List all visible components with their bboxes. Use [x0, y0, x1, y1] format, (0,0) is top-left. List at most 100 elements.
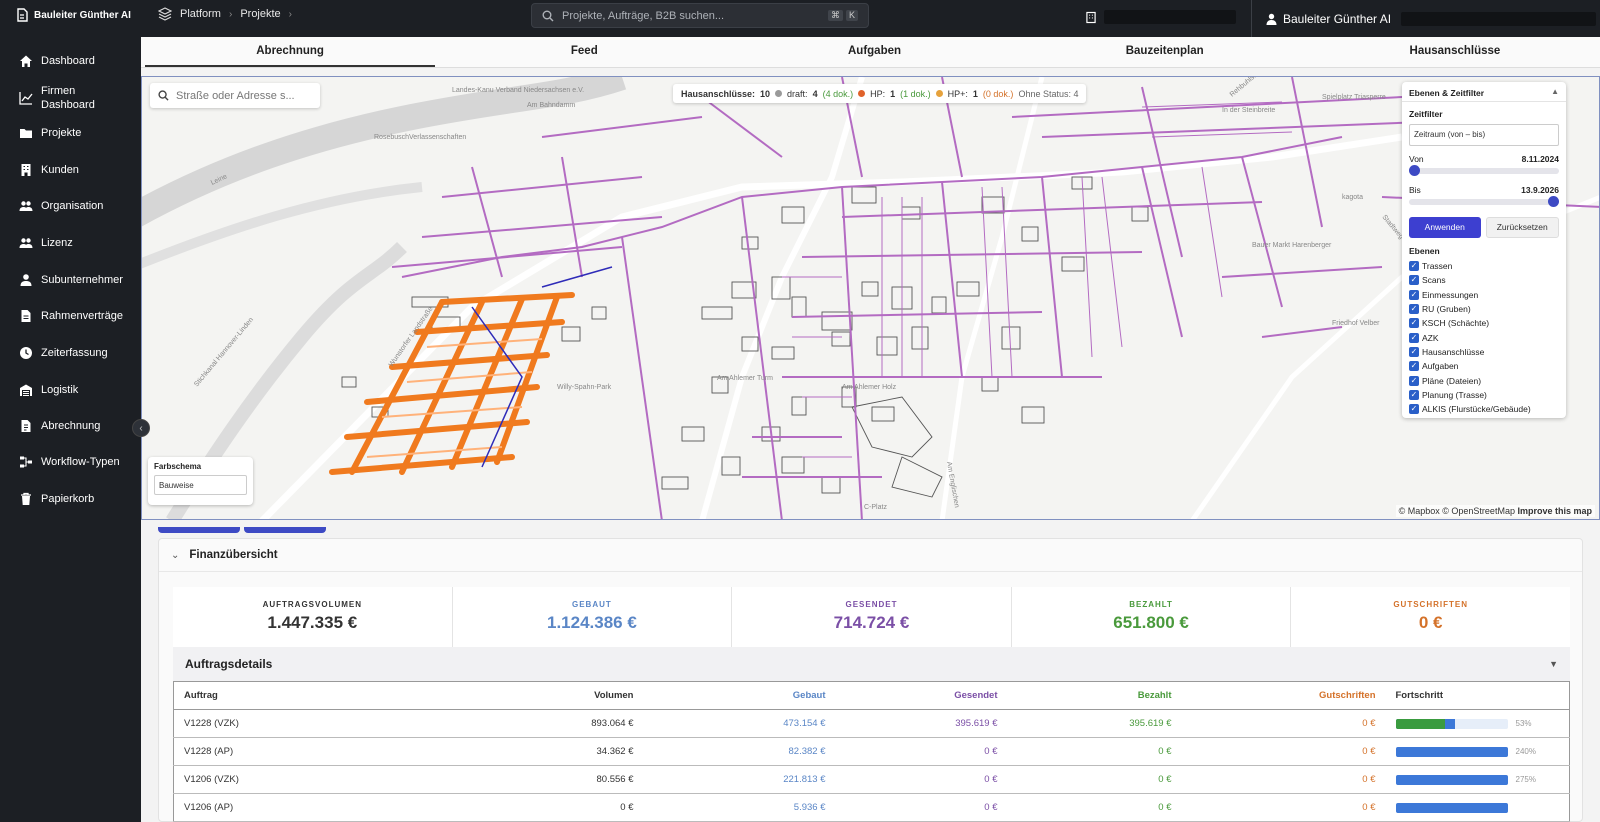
map-canvas[interactable]: Landes-Kanu Verband Niedersachsen e.V. R…: [142, 77, 1600, 520]
date-range-input[interactable]: Zeitraum (von – bis): [1409, 124, 1559, 146]
column-header-bezahlt[interactable]: Bezahlt: [1007, 681, 1182, 710]
column-header-auftrag[interactable]: Auftrag: [173, 681, 404, 710]
order-details-header[interactable]: Auftragsdetails ▼: [173, 647, 1570, 681]
layer-checkbox-row[interactable]: ✓ Pläne (Dateien): [1402, 373, 1566, 387]
cell-credits: 0 €: [1181, 793, 1386, 822]
sidebar-item-projekte[interactable]: Projekte: [19, 126, 81, 140]
column-header-volumen[interactable]: Volumen: [403, 681, 644, 710]
breadcrumb-platform[interactable]: Platform: [180, 8, 221, 20]
checkbox-checked-icon[interactable]: ✓: [1409, 346, 1419, 357]
apply-button[interactable]: Anwenden: [1409, 217, 1481, 238]
sidebar-item-organisation[interactable]: Organisation: [19, 199, 103, 213]
sidebar-item-firmen-dashboard[interactable]: Firmen Dashboard: [19, 84, 131, 112]
layer-label: Einmessungen: [1422, 289, 1479, 300]
sidebar-item-logistik[interactable]: Logistik: [19, 383, 78, 397]
reset-button[interactable]: Zurücksetzen: [1485, 217, 1559, 238]
sidebar-item-dashboard[interactable]: Dashboard: [19, 54, 95, 68]
column-header-gutschriften[interactable]: Gutschriften: [1181, 681, 1386, 710]
from-slider[interactable]: [1409, 165, 1559, 176]
checkbox-checked-icon[interactable]: ✓: [1409, 332, 1419, 343]
clock-icon: [20, 347, 32, 359]
mapbox-link[interactable]: © Mapbox: [1399, 506, 1440, 516]
checkbox-checked-icon[interactable]: ✓: [1409, 375, 1419, 386]
layer-checkbox-row[interactable]: ✓ Planung (Trasse): [1402, 388, 1566, 402]
table-row[interactable]: V1206 (AP) 0 €5.936 €0 €0 €0 €: [173, 793, 1570, 822]
user-menu[interactable]: Bauleiter Günther AI: [1251, 0, 1600, 37]
finance-panel-header[interactable]: ⌄ Finanzübersicht: [159, 539, 1582, 572]
layer-checkbox-row[interactable]: ✓ RU (Gruben): [1402, 302, 1566, 316]
tab-bauzeitenplan[interactable]: Bauzeitenplan: [1020, 37, 1310, 67]
chevron-down-icon[interactable]: ⌄: [171, 550, 179, 561]
status-hp-docs: (1 dok.): [900, 88, 931, 99]
cell-order[interactable]: V1206 (AP): [173, 793, 404, 822]
sidebar-item-subunternehmer[interactable]: Subunternehmer: [19, 273, 123, 287]
breadcrumb-separator: ›: [288, 8, 293, 20]
column-header-gebaut[interactable]: Gebaut: [643, 681, 836, 710]
layer-checkbox-row[interactable]: ✓ Aufgaben: [1402, 359, 1566, 373]
cell-order[interactable]: V1228 (VZK): [173, 709, 404, 738]
checkbox-checked-icon[interactable]: ✓: [1409, 361, 1419, 372]
column-header-fortschritt[interactable]: Fortschritt: [1385, 681, 1570, 710]
checkbox-checked-icon[interactable]: ✓: [1409, 261, 1419, 272]
cell-order[interactable]: V1206 (VZK): [173, 765, 404, 794]
sidebar-item-label: Kunden: [41, 164, 79, 176]
map-view[interactable]: Landes-Kanu Verband Niedersachsen e.V. R…: [141, 76, 1600, 520]
checkbox-checked-icon[interactable]: ✓: [1409, 318, 1419, 329]
checkbox-checked-icon[interactable]: ✓: [1409, 404, 1419, 415]
breadcrumb-separator: ›: [228, 8, 233, 20]
layer-checkbox-row[interactable]: ✓ Scans: [1402, 273, 1566, 287]
progress-percent: 275%: [1515, 775, 1536, 784]
sidebar-item-zeiterfassung[interactable]: Zeiterfassung: [19, 346, 108, 360]
layer-checkbox-row[interactable]: ✓ KSCH (Schächte): [1402, 316, 1566, 330]
layers-panel-header[interactable]: Ebenen & Zeitfilter ▲: [1402, 82, 1566, 102]
table-row[interactable]: V1206 (VZK) 80.556 €221.813 €0 €0 €0 €275…: [173, 765, 1570, 794]
sidebar-item-abrechnung[interactable]: Abrechnung: [19, 419, 100, 433]
kpi-label: GUTSCHRIFTEN: [1393, 600, 1468, 609]
layer-checkbox-row[interactable]: ✓ Einmessungen: [1402, 288, 1566, 302]
sidebar-item-label: Abrechnung: [41, 420, 101, 432]
partially-hidden-button[interactable]: [158, 527, 240, 533]
map-address-search[interactable]: Straße oder Adresse s...: [150, 83, 320, 108]
breadcrumb-projekte[interactable]: Projekte: [240, 8, 280, 20]
tab-feed[interactable]: Feed: [439, 37, 729, 67]
osm-link[interactable]: © OpenStreetMap: [1442, 506, 1515, 516]
layer-checkbox-row[interactable]: ✓ ALKIS (Flurstücke/Gebäude): [1402, 402, 1566, 416]
partially-hidden-button[interactable]: [244, 527, 326, 533]
caret-down-icon[interactable]: ▼: [1549, 659, 1558, 669]
sidebar-item-label: Logistik: [41, 384, 79, 396]
checkbox-checked-icon[interactable]: ✓: [1409, 289, 1419, 300]
checkbox-checked-icon[interactable]: ✓: [1409, 304, 1419, 315]
to-slider[interactable]: [1409, 196, 1559, 207]
sidebar-item-kunden[interactable]: Kunden: [19, 163, 79, 177]
global-search-input[interactable]: Projekte, Aufträge, B2B suchen... ⌘ K: [531, 3, 869, 28]
chevron-up-icon[interactable]: ▲: [1551, 87, 1559, 96]
tab-aufgaben[interactable]: Aufgaben: [729, 37, 1019, 67]
sidebar-collapse-button[interactable]: ‹: [132, 419, 150, 437]
table-row[interactable]: V1228 (VZK) 893.064 €473.154 €395.619 €39…: [173, 709, 1570, 738]
sidebar-item-rahmenvertraege[interactable]: Rahmenverträge: [19, 309, 123, 323]
app-brand[interactable]: Bauleiter Günther AI: [16, 8, 131, 22]
cell-order[interactable]: V1228 (AP): [173, 737, 404, 766]
to-slider-handle[interactable]: [1548, 196, 1559, 207]
checkbox-checked-icon[interactable]: ✓: [1409, 389, 1419, 400]
improve-map-link[interactable]: Improve this map: [1517, 506, 1592, 516]
status-hp-count: 1: [890, 88, 896, 99]
column-header-gesendet[interactable]: Gesendet: [835, 681, 1008, 710]
hidden-buttons-edge: [158, 522, 330, 533]
sidebar-item-papierkorb[interactable]: Papierkorb: [19, 492, 94, 506]
from-slider-handle[interactable]: [1409, 165, 1420, 176]
color-scheme-select[interactable]: Bauweise: [154, 475, 247, 495]
layer-checkbox-row[interactable]: ✓ Trassen: [1402, 259, 1566, 273]
sidebar-item-workflow-typen[interactable]: Workflow-Typen: [19, 455, 120, 469]
checkbox-checked-icon[interactable]: ✓: [1409, 275, 1419, 286]
status-draft-docs: (4 dok.): [822, 88, 854, 99]
finance-panel: ⌄ Finanzübersicht AUFTRAGSVOLUMEN 1.447.…: [158, 538, 1583, 822]
organization-selector[interactable]: [1086, 8, 1236, 26]
layer-checkbox-row[interactable]: ✓ AZK: [1402, 330, 1566, 344]
layer-checkbox-row[interactable]: ✓ Hausanschlüsse: [1402, 345, 1566, 359]
layers-icon[interactable]: [158, 7, 172, 21]
tab-hausanschluesse[interactable]: Hausanschlüsse: [1310, 37, 1600, 67]
tab-abrechnung[interactable]: Abrechnung: [145, 37, 436, 67]
sidebar-item-lizenz[interactable]: Lizenz: [19, 236, 73, 250]
table-row[interactable]: V1228 (AP) 34.362 €82.382 €0 €0 €0 €240%: [173, 737, 1570, 766]
